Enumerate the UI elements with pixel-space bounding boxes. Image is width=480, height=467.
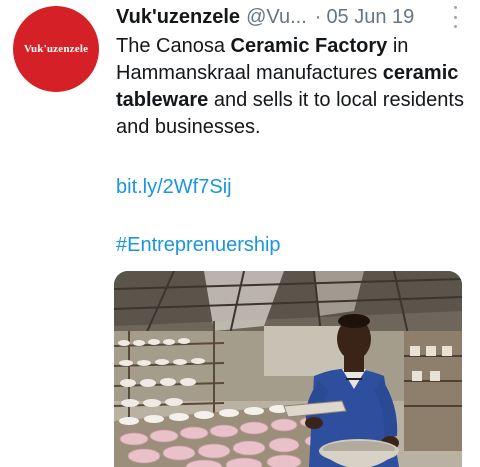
display-name[interactable]: Vuk'uzenzele [116, 6, 240, 29]
user-handle[interactable]: @Vu... [246, 6, 307, 29]
tweet-photo[interactable] [114, 271, 462, 467]
avatar[interactable]: Vuk'uzenzele [13, 6, 99, 92]
factory-photo [114, 271, 462, 467]
tweet-text-part: The Canosa [116, 35, 231, 57]
tweet-link[interactable]: bit.ly/2Wf7Sij [116, 176, 232, 199]
tweet-text-bold: Ceramic Factory [230, 35, 388, 57]
tweet-date[interactable]: 05 Jun 19 [326, 6, 414, 29]
tweet[interactable]: Vuk'uzenzele Vuk'uzenzele @Vu... · 05 Ju… [0, 0, 480, 467]
more-vertical-icon[interactable] [452, 6, 458, 28]
tweet-text: The Canosa Ceramic Factory in Hammanskra… [116, 33, 466, 141]
avatar-logo-text: Vuk'uzenzele [23, 43, 89, 55]
separator-dot: · [314, 5, 322, 28]
hashtag-link[interactable]: #Entreprenuership [116, 234, 281, 257]
tweet-header: Vuk'uzenzele @Vu... · 05 Jun 19 [116, 4, 440, 30]
